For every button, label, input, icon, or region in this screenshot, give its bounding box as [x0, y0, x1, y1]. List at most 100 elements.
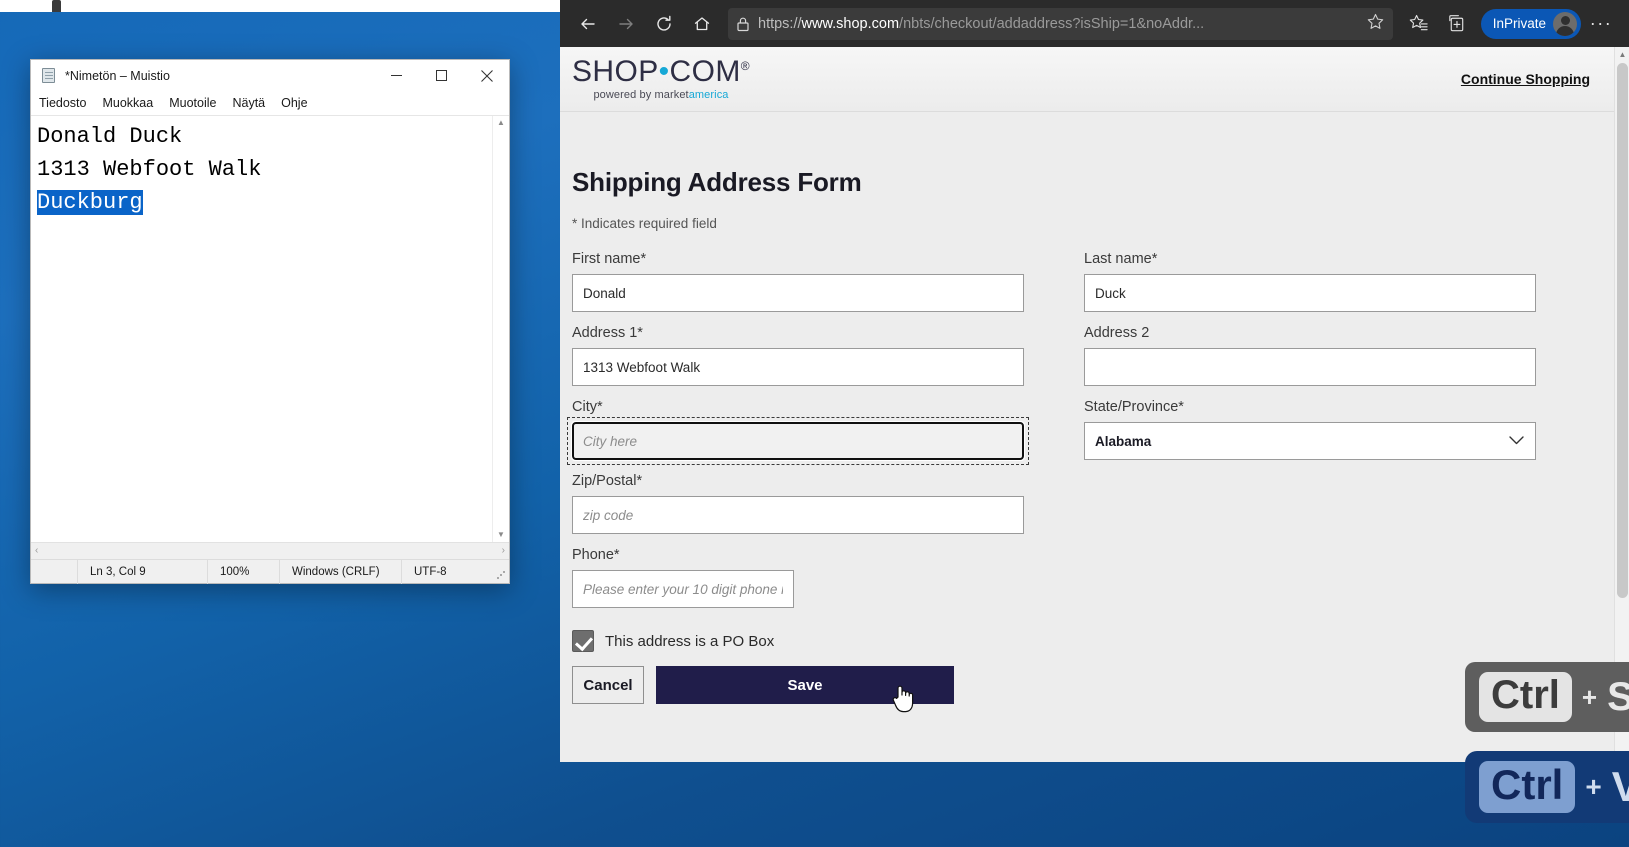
web-page-content: SHOP•COM® powered by marketamerica Conti… [560, 47, 1614, 762]
address2-label: Address 2 [1084, 325, 1150, 341]
state-label: State/Province* [1084, 399, 1184, 415]
logo-com: COM [669, 55, 741, 88]
status-line-ending: Windows (CRLF) [279, 559, 401, 584]
status-encoding: UTF-8 [401, 559, 491, 584]
field-group-phone: Phone* [572, 547, 1024, 608]
edge-browser-window: https://www.shop.com/nbts/checkout/addad… [560, 0, 1629, 762]
resize-grip-icon[interactable] [496, 570, 506, 580]
po-box-label: This address is a PO Box [605, 632, 775, 650]
po-box-checkbox[interactable] [572, 630, 594, 652]
background-window-sliver [0, 0, 560, 12]
key-overlay-ctrl-s: Ctrl + S ▾ [1465, 662, 1629, 732]
shipping-address-form: Shipping Address Form * Indicates requir… [560, 112, 1614, 762]
notepad-statusbar: Ln 3, Col 9 100% Windows (CRLF) UTF-8 [31, 559, 509, 584]
phone-label: Phone* [572, 547, 620, 563]
key-letter-s: S [1607, 674, 1629, 719]
address1-input[interactable] [572, 348, 1024, 386]
menu-item-help[interactable]: Ohje [281, 96, 307, 110]
field-group-first-name: First name* [572, 251, 1024, 312]
text-line-2: 1313 Webfoot Walk [37, 157, 262, 182]
page-scrollbar[interactable]: ▲ ▼ [1614, 47, 1629, 762]
state-select[interactable] [1084, 422, 1536, 460]
notepad-vertical-scrollbar[interactable]: ▲ ▼ [492, 116, 509, 542]
city-label: City* [572, 399, 603, 415]
page-scroll-thumb[interactable] [1617, 63, 1628, 598]
page-scroll-up-icon[interactable]: ▲ [1615, 47, 1629, 62]
back-icon[interactable] [570, 7, 606, 41]
form-row-address: Address 1* Address 2 [572, 325, 1602, 386]
home-icon[interactable] [684, 7, 720, 41]
collections-icon[interactable] [1439, 7, 1475, 41]
first-name-input[interactable] [572, 274, 1024, 312]
address2-input[interactable] [1084, 348, 1536, 386]
text-line-1: Donald Duck [37, 124, 183, 149]
shopcom-logo[interactable]: SHOP•COM® powered by marketamerica [572, 57, 750, 101]
menu-item-file[interactable]: Tiedosto [39, 96, 86, 110]
avatar [1553, 11, 1577, 36]
logo-dot: • [658, 55, 670, 88]
browser-viewport: SHOP•COM® powered by marketamerica Conti… [560, 47, 1629, 762]
address1-label: Address 1* [572, 325, 643, 341]
form-row-city-state: City* State/Province* [567, 399, 1602, 465]
scroll-left-icon[interactable]: ‹ [35, 546, 38, 556]
page-title: Shipping Address Form [572, 167, 862, 197]
scroll-up-icon[interactable]: ▲ [497, 119, 505, 127]
po-box-checkbox-row[interactable]: This address is a PO Box [572, 630, 1602, 652]
city-focus-outline [567, 417, 1029, 465]
field-group-state: State/Province* [1084, 399, 1536, 460]
favorites-list-icon[interactable] [1401, 7, 1437, 41]
notepad-horizontal-scrollbar[interactable]: ‹ › [31, 542, 509, 559]
key-plus-sign: + [1585, 771, 1602, 802]
notepad-icon [41, 67, 57, 84]
first-name-label: First name* [572, 251, 647, 267]
text-line-3-selected: Duckburg [37, 186, 492, 219]
address-bar[interactable]: https://www.shop.com/nbts/checkout/addad… [728, 7, 1393, 40]
continue-shopping-link[interactable]: Continue Shopping [1461, 71, 1590, 87]
notepad-window-controls [374, 60, 509, 91]
last-name-label: Last name* [1084, 251, 1158, 267]
notepad-edit-area[interactable]: Donald Duck 1313 Webfoot Walk Duckburg ▲… [31, 115, 509, 542]
more-menu-icon[interactable]: ··· [1583, 7, 1619, 41]
menu-item-edit[interactable]: Muokkaa [102, 96, 153, 110]
status-cursor-position: Ln 3, Col 9 [77, 559, 207, 584]
scroll-down-icon[interactable]: ▼ [497, 531, 505, 539]
notepad-text-content[interactable]: Donald Duck 1313 Webfoot Walk Duckburg [31, 116, 492, 542]
url-text[interactable]: https://www.shop.com/nbts/checkout/addad… [758, 16, 1358, 32]
url-path: /nbts/checkout/addaddress?isShip=1&noAdd… [899, 15, 1205, 32]
last-name-input[interactable] [1084, 274, 1536, 312]
notepad-titlebar[interactable]: *Nimetön – Muistio [31, 60, 509, 91]
minimize-icon[interactable] [374, 60, 419, 91]
maximize-icon[interactable] [419, 60, 464, 91]
key-cap-ctrl: Ctrl [1479, 672, 1572, 722]
scroll-right-icon[interactable]: › [502, 546, 505, 556]
status-zoom-level: 100% [207, 559, 279, 584]
field-group-address2: Address 2 [1084, 325, 1536, 386]
menu-item-format[interactable]: Muotoile [169, 96, 216, 110]
field-group-zip-spacer [1084, 473, 1536, 534]
zip-input[interactable] [572, 496, 1024, 534]
key-overlay-ctrl-v: Ctrl + V [1465, 751, 1629, 823]
notepad-menubar: Tiedosto Muokkaa Muotoile Näytä Ohje [31, 91, 509, 115]
add-favorite-icon[interactable] [1366, 12, 1385, 36]
cancel-button[interactable]: Cancel [572, 666, 644, 704]
field-group-last-name: Last name* [1084, 251, 1536, 312]
required-field-note: * Indicates required field [572, 216, 717, 231]
tagline-plain: powered by market [593, 89, 689, 101]
refresh-icon[interactable] [646, 7, 682, 41]
menu-item-view[interactable]: Näytä [232, 96, 265, 110]
field-group-city: City* [567, 399, 1029, 465]
forward-icon[interactable] [608, 7, 644, 41]
phone-input[interactable] [572, 570, 794, 608]
state-select-wrapper[interactable] [1084, 422, 1536, 460]
close-icon[interactable] [464, 60, 509, 91]
form-row-names: First name* Last name* [572, 251, 1602, 312]
site-header: SHOP•COM® powered by marketamerica Conti… [560, 47, 1614, 112]
inprivate-profile-button[interactable]: InPrivate [1480, 8, 1581, 39]
notepad-title: *Nimetön – Muistio [65, 68, 170, 83]
inprivate-label: InPrivate [1492, 16, 1546, 31]
form-actions: Cancel Save [572, 666, 1602, 704]
save-button[interactable]: Save [656, 666, 954, 704]
city-input[interactable] [571, 421, 1025, 461]
form-row-phone: Phone* [572, 547, 1602, 608]
url-scheme: https:// [758, 15, 802, 32]
